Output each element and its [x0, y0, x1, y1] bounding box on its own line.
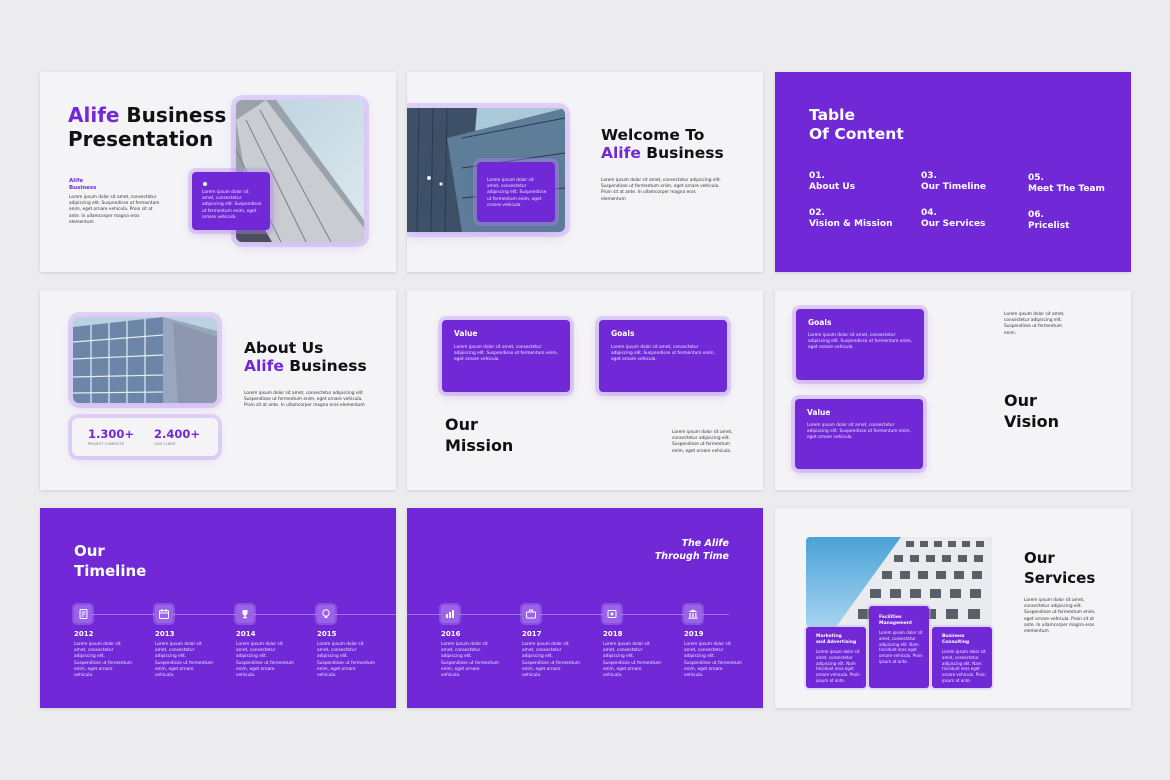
toc-item-our-services[interactable]: 04. Our Services: [921, 208, 985, 230]
slide-title[interactable]: Alife Business Presentation Alife Busines…: [40, 72, 396, 272]
timeline-item-2014: 2014 Lorem ipsum dolor sit amet, consect…: [236, 605, 294, 679]
welcome-heading: Welcome To Alife Business: [601, 126, 724, 163]
service-card-consulting[interactable]: Business Consulting Lorem ipsum dolor sit…: [932, 627, 992, 688]
body-text: Lorem ipsum dolor sit amet, consectetur …: [1024, 598, 1096, 635]
subtitle: Alife Business: [69, 178, 97, 191]
value-card: Value Lorem ipsum dolor sit amet, consec…: [442, 320, 570, 392]
toc-item-meet-the-team[interactable]: 05. Meet The Team: [1028, 173, 1105, 195]
service-card-facilities[interactable]: Facilities Management Lorem ipsum dolor s…: [869, 606, 929, 688]
calendar-icon: [155, 605, 173, 623]
timeline-item-2019: 2019 Lorem ipsum dolor sit amet, consect…: [684, 605, 742, 679]
service-card-marketing[interactable]: Marketing and Advertising Lorem ipsum dol…: [806, 627, 866, 688]
stats-panel: 1.300+ PROJECT COMPLETE 2.400+ OUR CLIEN…: [72, 418, 218, 456]
timeline-item-2013: 2013 Lorem ipsum dolor sit amet, consect…: [155, 605, 213, 679]
chart-icon: [441, 605, 459, 623]
timeline-item-2012: 2012 Lorem ipsum dolor sit amet, consect…: [74, 605, 132, 679]
toc-item-pricelist[interactable]: 06. Pricelist: [1028, 210, 1069, 232]
slide-our-mission[interactable]: Value Lorem ipsum dolor sit amet, consec…: [407, 290, 763, 490]
body-text: Lorem ipsum dolor sit amet, consectetur …: [244, 391, 365, 409]
timeline-item-2016: 2016 Lorem ipsum dolor sit amet, consect…: [441, 605, 499, 679]
toc-heading: Table Of Content: [809, 106, 904, 143]
toc-item-our-timeline[interactable]: 03. Our Timeline: [921, 171, 986, 193]
body-text: Lorem ipsum dolor sit amet, consectetur …: [672, 430, 733, 454]
bank-icon: [684, 605, 702, 623]
toc-item-about-us[interactable]: 01. About Us: [809, 171, 855, 193]
toc-item-vision-mission[interactable]: 02. Vision & Mission: [809, 208, 892, 230]
welcome-card: Lorem ipsum dolor sit amet, consectetur …: [477, 162, 555, 222]
slide-our-services[interactable]: Marketing and Advertising Lorem ipsum dol…: [775, 508, 1131, 708]
body-text: Lorem ipsum dolor sit amet, consectetur …: [601, 178, 721, 202]
body-text: Lorem ipsum dolor sit amet, consectetur …: [69, 195, 160, 225]
bullet-icon: [203, 182, 207, 186]
services-heading: Our Services: [1024, 549, 1096, 587]
through-time-heading: The Alife Through Time: [654, 538, 729, 562]
timeline-item-2015: 2015 Lorem ipsum dolor sit amet, consect…: [317, 605, 375, 679]
slide-through-time[interactable]: The Alife Through Time 2016 Lorem ipsum d…: [407, 508, 763, 708]
vision-heading: Our Vision: [1004, 391, 1059, 431]
timeline-heading: Our Timeline: [74, 542, 147, 580]
goals-card: Goals Lorem ipsum dolor sit amet, consec…: [599, 320, 727, 392]
intro-card: Lorem ipsum dolor sit amet, consectetur …: [192, 172, 270, 230]
body-text: Lorem ipsum dolor sit amet, consectetur …: [1004, 312, 1065, 336]
timeline-item-2017: 2017 Lorem ipsum dolor sit amet, consect…: [522, 605, 580, 679]
briefcase-icon: [522, 605, 540, 623]
lightbulb-icon: [317, 605, 335, 623]
trophy-icon: [236, 605, 254, 623]
slide-title-heading: Alife Business Presentation: [68, 103, 227, 151]
timeline-item-2018: 2018 Lorem ipsum dolor sit amet, consect…: [603, 605, 661, 679]
slide-about-us[interactable]: 1.300+ PROJECT COMPLETE 2.400+ OUR CLIEN…: [40, 290, 396, 490]
slide-our-timeline[interactable]: Our Timeline 2012 Lorem ipsum dolor sit a…: [40, 508, 396, 708]
target-icon: [603, 605, 621, 623]
slide-welcome[interactable]: Lorem ipsum dolor sit amet, consectetur …: [407, 72, 763, 272]
slide-table-of-content[interactable]: Table Of Content 01. About Us 02. Vision & …: [775, 72, 1131, 272]
value-card: Value Lorem ipsum dolor sit amet, consec…: [795, 399, 923, 469]
office-building-photo: [73, 317, 217, 403]
slide-our-vision[interactable]: Goals Lorem ipsum dolor sit amet, consec…: [775, 290, 1131, 490]
document-icon: [74, 605, 92, 623]
goals-card: Goals Lorem ipsum dolor sit amet, consec…: [796, 309, 924, 380]
mission-heading: Our Mission: [445, 415, 514, 455]
about-heading: About Us Alife Business: [244, 339, 367, 376]
